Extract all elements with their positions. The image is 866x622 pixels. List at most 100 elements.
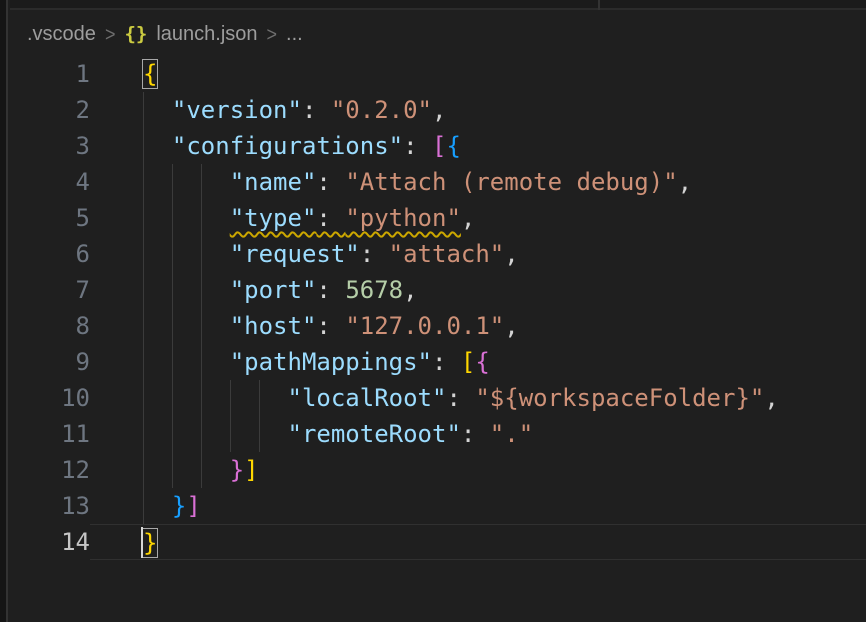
code-line[interactable]: 2 "version": "0.2.0", — [10, 92, 866, 128]
token — [143, 312, 230, 340]
code-line[interactable]: 7 "port": 5678, — [10, 272, 866, 308]
token: , — [504, 312, 518, 340]
token: , — [403, 276, 417, 304]
code-line[interactable]: 3 "configurations": [{ — [10, 128, 866, 164]
token: "0.2.0" — [331, 96, 432, 124]
token: "remoteRoot" — [288, 420, 461, 448]
indent-guide — [201, 236, 202, 272]
code-line-body[interactable]: "remoteRoot": "." — [90, 416, 866, 452]
indent-guide — [172, 416, 173, 452]
token — [143, 132, 172, 160]
warning-squiggle-token: "python" — [345, 204, 461, 232]
line-number[interactable]: 10 — [10, 380, 90, 416]
tab-separator — [598, 0, 600, 10]
indent-guide — [172, 236, 173, 272]
indent-guide — [201, 200, 202, 236]
code-line-body[interactable]: "type": "python", — [90, 200, 866, 236]
indent-guide — [143, 416, 144, 452]
indent-guide — [143, 200, 144, 236]
code-line[interactable]: 12 }] — [10, 452, 866, 488]
token — [143, 384, 288, 412]
code-line-body[interactable]: "localRoot": "${workspaceFolder}", — [90, 380, 866, 416]
indent-guide — [259, 416, 260, 452]
token: { — [446, 132, 460, 160]
token: : — [446, 384, 475, 412]
editor-group: .vscode > {} launch.json > ... 1{2 "vers… — [10, 12, 866, 622]
token: "${workspaceFolder}" — [475, 384, 764, 412]
code-line-body[interactable]: "configurations": [{ — [90, 128, 866, 164]
tab-bar — [10, 0, 866, 10]
code-editor[interactable]: 1{2 "version": "0.2.0",3 "configurations… — [10, 56, 866, 560]
indent-guide — [143, 488, 144, 524]
token: , — [764, 384, 778, 412]
code-line[interactable]: 4 "name": "Attach (remote debug)", — [10, 164, 866, 200]
code-line[interactable]: 1{ — [10, 56, 866, 92]
indent-guide — [172, 452, 173, 488]
text-cursor — [141, 527, 143, 558]
indent-guide — [172, 272, 173, 308]
indent-guide — [143, 380, 144, 416]
code-line-body[interactable]: "name": "Attach (remote debug)", — [90, 164, 866, 200]
indent-guide — [143, 92, 144, 128]
indent-guide — [230, 380, 231, 416]
token: , — [678, 168, 692, 196]
token: : — [316, 312, 345, 340]
indent-guide — [172, 200, 173, 236]
token: } — [143, 529, 157, 557]
token: { — [475, 348, 489, 376]
token: : — [316, 168, 345, 196]
indent-guide — [201, 452, 202, 488]
code-line-body[interactable]: "pathMappings": [{ — [90, 344, 866, 380]
json-file-icon: {} — [124, 23, 147, 45]
breadcrumb-symbol-ellipsis[interactable]: ... — [286, 23, 303, 46]
line-number[interactable]: 8 — [10, 308, 90, 344]
breadcrumb-folder[interactable]: .vscode — [27, 23, 96, 46]
token: 5678 — [345, 276, 403, 304]
breadcrumb-file[interactable]: launch.json — [156, 23, 257, 46]
line-number[interactable]: 9 — [10, 344, 90, 380]
code-line-body[interactable]: "port": 5678, — [90, 272, 866, 308]
indent-guide — [143, 272, 144, 308]
token: "." — [490, 420, 533, 448]
code-line-body[interactable]: "request": "attach", — [90, 236, 866, 272]
code-line[interactable]: 11 "remoteRoot": "." — [10, 416, 866, 452]
line-number[interactable]: 7 — [10, 272, 90, 308]
line-number[interactable]: 3 — [10, 128, 90, 164]
code-line-body[interactable]: { — [90, 56, 866, 92]
token — [143, 96, 172, 124]
indent-guide — [143, 452, 144, 488]
code-line[interactable]: 5 "type": "python", — [10, 200, 866, 236]
line-number[interactable]: 14 — [10, 524, 90, 560]
code-line-body[interactable]: } — [90, 524, 866, 560]
token: } — [230, 456, 244, 484]
token: : — [403, 132, 432, 160]
token: "localRoot" — [288, 384, 447, 412]
code-line[interactable]: 9 "pathMappings": [{ — [10, 344, 866, 380]
indent-guide — [201, 272, 202, 308]
code-line-body[interactable]: }] — [90, 452, 866, 488]
token — [143, 456, 230, 484]
token: [ — [432, 132, 446, 160]
token: "name" — [230, 168, 317, 196]
code-line[interactable]: 8 "host": "127.0.0.1", — [10, 308, 866, 344]
line-number[interactable]: 11 — [10, 416, 90, 452]
token: : — [302, 96, 331, 124]
code-line-body[interactable]: }] — [90, 488, 866, 524]
token: "host" — [230, 312, 317, 340]
code-line[interactable]: 13 }] — [10, 488, 866, 524]
code-line[interactable]: 14} — [10, 524, 866, 560]
line-number[interactable]: 5 — [10, 200, 90, 236]
code-line[interactable]: 10 "localRoot": "${workspaceFolder}", — [10, 380, 866, 416]
line-number[interactable]: 6 — [10, 236, 90, 272]
token: "request" — [230, 240, 360, 268]
code-line-body[interactable]: "host": "127.0.0.1", — [90, 308, 866, 344]
token — [143, 204, 230, 232]
line-number[interactable]: 13 — [10, 488, 90, 524]
line-number[interactable]: 1 — [10, 56, 90, 92]
code-line[interactable]: 6 "request": "attach", — [10, 236, 866, 272]
token — [143, 348, 230, 376]
line-number[interactable]: 2 — [10, 92, 90, 128]
code-line-body[interactable]: "version": "0.2.0", — [90, 92, 866, 128]
line-number[interactable]: 12 — [10, 452, 90, 488]
line-number[interactable]: 4 — [10, 164, 90, 200]
